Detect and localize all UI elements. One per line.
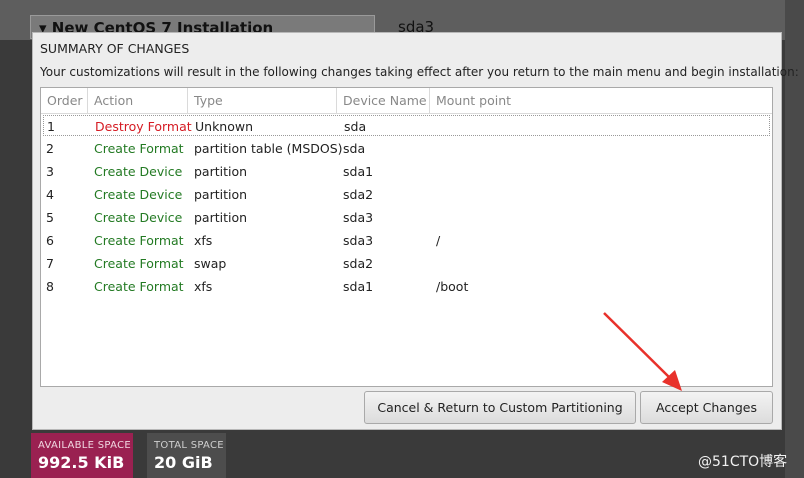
table-row[interactable]: 3 Create Device partition sda1	[43, 161, 770, 182]
column-header-action[interactable]: Action	[88, 88, 188, 113]
table-row[interactable]: 4 Create Device partition sda2	[43, 184, 770, 205]
cell-order: 6	[46, 233, 54, 248]
table-row[interactable]: 5 Create Device partition sda3	[43, 207, 770, 228]
cell-order: 7	[46, 256, 54, 271]
cell-action: Create Device	[94, 210, 183, 225]
total-space-label: TOTAL SPACE	[154, 440, 224, 451]
changes-table[interactable]: Order Action Type Device Name Mount poin…	[40, 87, 773, 387]
cell-order: 4	[46, 187, 54, 202]
cell-action: Create Format	[94, 256, 184, 271]
cell-device: sda1	[343, 279, 374, 294]
cell-action: Create Format	[94, 141, 184, 156]
dialog-description: Your customizations will result in the f…	[40, 65, 799, 79]
cell-type: swap	[194, 256, 227, 271]
cell-device: sda3	[343, 210, 374, 225]
cell-order: 2	[46, 141, 54, 156]
cell-device: sda1	[343, 164, 374, 179]
cell-action: Create Device	[94, 164, 183, 179]
table-row[interactable]: 2 Create Format partition table (MSDOS) …	[43, 138, 770, 159]
cell-mount: /boot	[436, 279, 469, 294]
cell-type: xfs	[194, 279, 213, 294]
available-space-value: 992.5 KiB	[38, 453, 125, 472]
cell-action: Create Format	[94, 279, 184, 294]
cell-mount: /	[436, 233, 441, 248]
column-header-mount-point[interactable]: Mount point	[430, 88, 770, 113]
summary-dialog: SUMMARY OF CHANGES Your customizations w…	[32, 32, 799, 430]
cell-order: 5	[46, 210, 54, 225]
cancel-return-button[interactable]: Cancel & Return to Custom Partitioning	[364, 391, 636, 424]
table-row[interactable]: 1 Destroy Format Unknown sda	[43, 115, 770, 136]
cell-type: partition	[194, 210, 248, 225]
cell-type: partition table (MSDOS)	[194, 141, 343, 156]
cell-type: partition	[194, 164, 248, 179]
total-space-badge: TOTAL SPACE 20 GiB	[147, 433, 226, 478]
available-space-badge: AVAILABLE SPACE 992.5 KiB	[31, 433, 133, 478]
cell-type: xfs	[194, 233, 213, 248]
cell-action: Create Device	[94, 187, 183, 202]
cell-type: partition	[194, 187, 248, 202]
cell-order: 8	[46, 279, 54, 294]
column-header-type[interactable]: Type	[188, 88, 337, 113]
total-space-value: 20 GiB	[154, 453, 213, 472]
cell-device: sda	[343, 141, 366, 156]
cell-action: Create Format	[94, 233, 184, 248]
column-header-device-name[interactable]: Device Name	[337, 88, 430, 113]
column-header-order[interactable]: Order	[41, 88, 88, 113]
cell-device: sda2	[343, 256, 374, 271]
table-row[interactable]: 7 Create Format swap sda2	[43, 253, 770, 274]
cell-type: Unknown	[195, 119, 254, 134]
watermark-text: @51CTO博客	[698, 454, 788, 470]
cell-action: Destroy Format	[95, 119, 192, 134]
table-row[interactable]: 6 Create Format xfs sda3 /	[43, 230, 770, 251]
cell-order: 1	[47, 119, 55, 134]
table-row[interactable]: 8 Create Format xfs sda1 /boot	[43, 276, 770, 297]
dialog-title: SUMMARY OF CHANGES	[40, 41, 190, 56]
table-header: Order Action Type Device Name Mount poin…	[41, 88, 772, 114]
cell-device: sda3	[343, 233, 374, 248]
available-space-label: AVAILABLE SPACE	[38, 440, 131, 451]
cell-device: sda	[344, 119, 367, 134]
cell-order: 3	[46, 164, 54, 179]
cell-device: sda2	[343, 187, 374, 202]
accept-changes-button[interactable]: Accept Changes	[640, 391, 773, 424]
